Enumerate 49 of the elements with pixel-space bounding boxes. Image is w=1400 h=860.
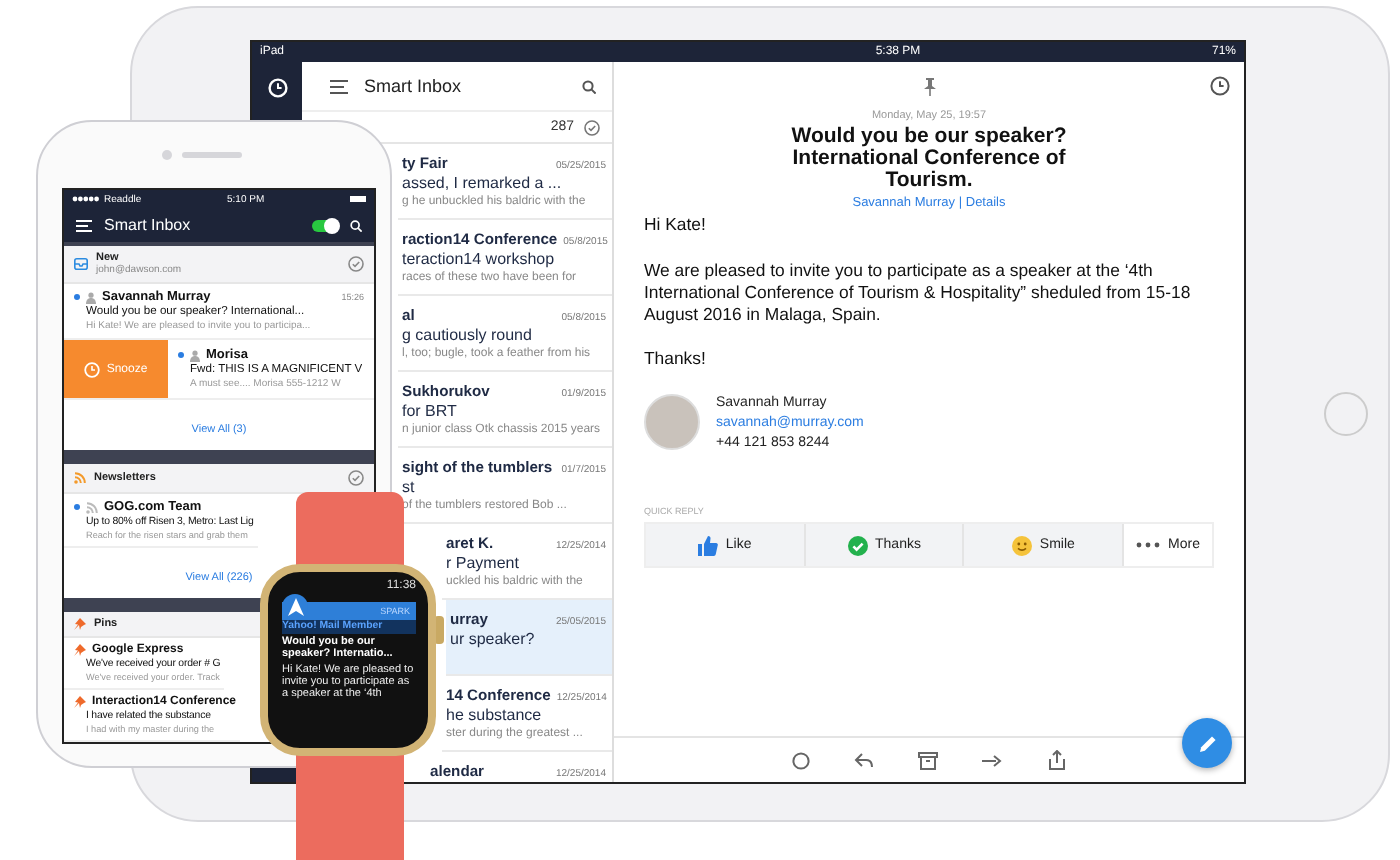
rss-icon <box>86 501 98 513</box>
checkmark-icon <box>847 535 868 555</box>
app-title: Smart Inbox <box>104 216 193 234</box>
rss-icon <box>74 472 86 484</box>
camera <box>162 150 172 160</box>
inbox-title: Smart Inbox <box>364 76 464 96</box>
smiley-icon <box>1011 535 1032 555</box>
reply-icon[interactable] <box>854 752 874 768</box>
clock-icon <box>84 361 101 377</box>
paper-plane-icon <box>287 598 303 616</box>
toggle-switch[interactable] <box>312 219 338 231</box>
forward-icon[interactable] <box>982 753 1004 767</box>
email-subject: Would you be our speaker? International Conference of Tourism. <box>789 126 1069 192</box>
circle-icon[interactable] <box>792 751 810 769</box>
person-icon <box>86 291 96 303</box>
avatar <box>644 394 700 450</box>
inbox-icon <box>74 258 88 270</box>
thumbs-up-icon <box>697 535 718 555</box>
more-icon <box>1136 542 1161 548</box>
menu-icon[interactable] <box>330 79 348 93</box>
message-subject: teraction14 workshop <box>402 250 557 268</box>
pin-icon <box>74 696 86 708</box>
message-subject: for BRT <box>402 402 459 420</box>
archive-icon[interactable] <box>918 751 938 769</box>
check-circle-icon[interactable] <box>348 470 364 486</box>
message-subject: ur speaker? <box>450 630 537 648</box>
message-subject: he substance <box>446 706 544 724</box>
battery-icon <box>349 196 366 202</box>
watch-band <box>296 752 404 860</box>
message-subject: st <box>402 478 417 496</box>
pin-icon[interactable] <box>923 78 935 96</box>
pin-icon <box>74 618 86 630</box>
email-closing: Thanks! <box>644 348 708 370</box>
speaker-grille <box>182 152 242 158</box>
signal-icon <box>72 196 100 202</box>
pencil-icon <box>1197 733 1217 753</box>
compose-button[interactable] <box>1182 718 1232 768</box>
share-icon[interactable] <box>1048 750 1066 770</box>
check-circle-icon[interactable] <box>584 119 600 135</box>
email-greeting: Hi Kate! <box>644 214 708 236</box>
email-body: We are pleased to invite you to participate as a speaker at the ‘4th International Conference of Tourism & Hospitality” sheduled from 15-18 August 2016 in Malaga, Spain. <box>644 260 1193 326</box>
message-subject: g cautiously round <box>402 326 534 344</box>
clock-icon[interactable] <box>1210 76 1230 96</box>
message-subject: r Payment <box>446 554 521 572</box>
pin-icon <box>74 644 86 656</box>
person-icon <box>190 349 200 361</box>
message-subject: assed, I remarked a ... <box>402 174 564 192</box>
check-circle-icon[interactable] <box>348 256 364 272</box>
search-icon[interactable] <box>582 79 596 93</box>
